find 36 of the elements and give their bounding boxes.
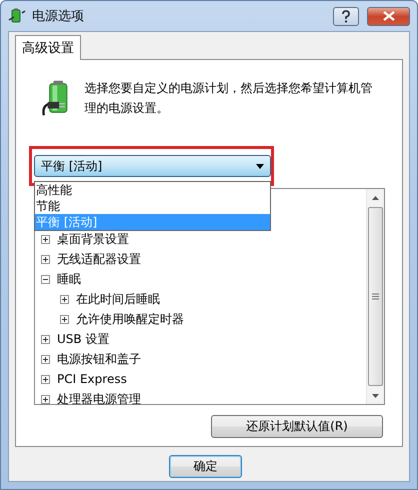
expand-icon [41,234,50,244]
description-text: 选择您要自定义的电源计划，然后选择您希望计算机管理的电源设置。 [84,80,374,117]
close-button[interactable] [367,6,410,26]
battery-plug-icon [8,8,26,24]
tree-item[interactable]: 电源按钮和盖子 [41,349,366,369]
help-icon [341,10,351,22]
tree-item[interactable]: PCI Express [41,369,366,389]
expand-icon [41,354,50,364]
tree-item[interactable]: 允许使用唤醒定时器 [60,309,366,329]
expand-icon [41,254,50,264]
help-button[interactable] [333,6,359,26]
plan-dropdown[interactable]: 平衡 [活动] [34,155,271,177]
scrollbar[interactable] [366,189,384,404]
expand-icon [41,334,50,344]
scroll-up-icon [372,196,379,200]
expand-icon [41,394,50,404]
tree-item[interactable]: 在此时间后睡眠 [60,289,366,309]
dropdown-arrow-icon [256,164,264,168]
dropdown-option[interactable]: 节能 [35,198,270,214]
expand-icon [41,374,50,384]
tree-item[interactable]: 无线适配器设置 [41,249,366,269]
dialog-button[interactable]: 确定 [169,455,242,478]
tree-item[interactable]: USB 设置 [41,329,366,349]
restore-defaults-button[interactable]: 还原计划默认值(R) [211,415,383,438]
tree-item[interactable]: 睡眠 [41,269,366,289]
tree-item[interactable]: 桌面背景设置 [41,229,366,249]
close-icon [382,11,394,21]
tree-item[interactable]: 处理器电源管理 [41,389,366,409]
expand-icon [60,314,69,324]
expand-icon [60,294,69,304]
window-title: 电源选项 [32,8,84,25]
tab[interactable]: 高级设置 [15,35,81,60]
scroll-down-icon [372,394,379,398]
collapse-icon [41,274,50,284]
dropdown-option[interactable]: 高性能 [35,182,270,198]
grip-icon [372,293,379,300]
